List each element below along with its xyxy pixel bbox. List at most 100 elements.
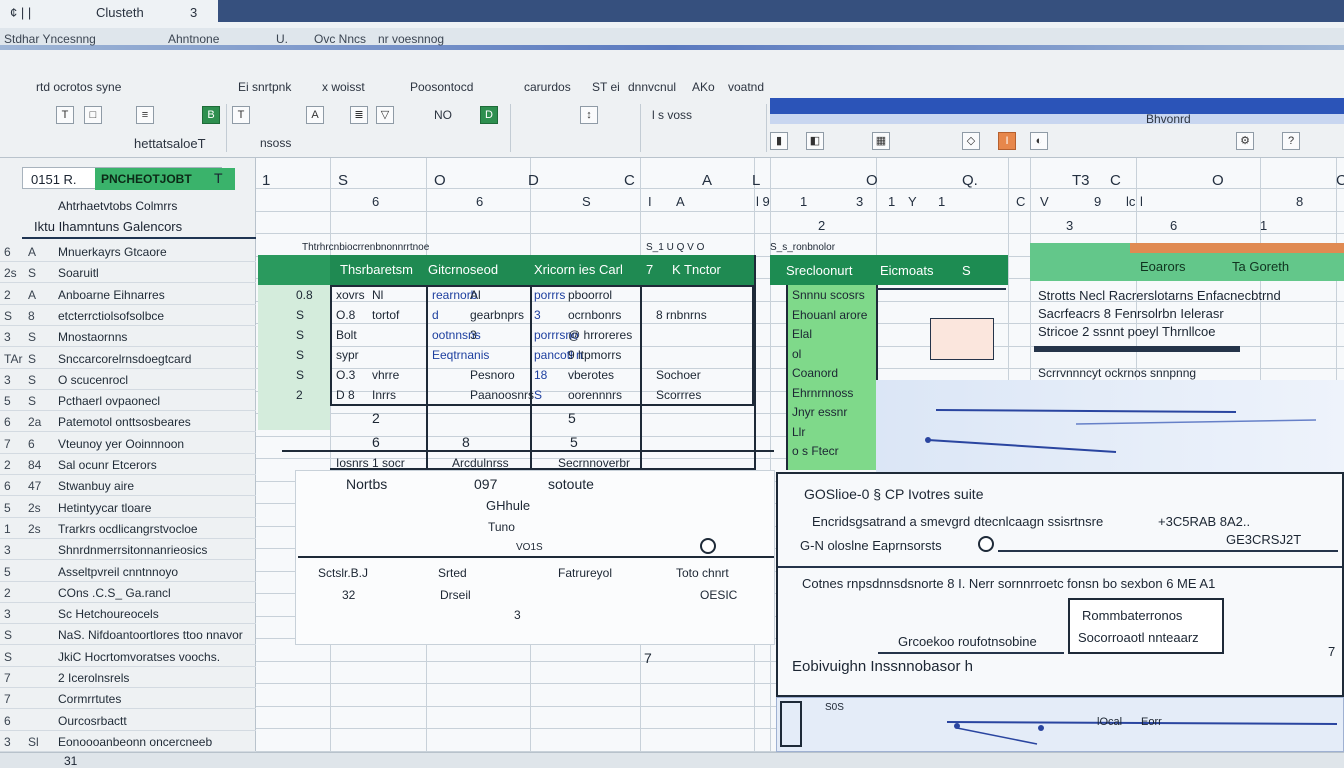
format-green-icon[interactable]: D [480,106,498,124]
ribbon-tab-3[interactable]: x woisst [322,80,365,94]
table-cell[interactable]: D 8 [336,388,355,402]
table-cell[interactable]: S [296,348,304,362]
left-list-item[interactable]: S 8 etcterrctiolsofsolbce [0,306,256,326]
left-list-item[interactable]: 3 Shnrdnmerrsitonnanrieosics [0,540,256,561]
font-icon[interactable]: A [306,106,324,124]
left-list-item[interactable]: 2 84 Sal ocunr Etcerors [0,455,256,475]
left-list-item[interactable]: 6 Ourcosrbactt [0,711,256,731]
table-cell[interactable]: ocrnbonrs [568,308,621,322]
table-cell[interactable]: pboorrol [568,288,612,302]
help-icon[interactable]: ? [1282,132,1300,150]
table-cell[interactable]: 0.8 [296,288,313,302]
table-cell[interactable]: oorennnrs [568,388,622,402]
table-cell[interactable]: porrrs [534,288,565,302]
options-dialog[interactable]: GOSlioe-0 § CP Ivotres suite Encridsgsat… [776,472,1344,697]
shape-icon[interactable]: ◇ [962,132,980,150]
left-list-item[interactable]: TAr S Snccarcorelrnsdoegtcard [0,349,256,369]
column-header[interactable]: Q. [962,172,978,189]
window-controls[interactable]: ¢ | | [10,5,31,20]
menu-item-5[interactable]: nr voesnnog [378,32,444,46]
table-cell[interactable]: Inrrs [372,388,396,402]
menu-item-3[interactable]: U. [276,32,288,46]
green-column-cell[interactable]: Elal [792,327,812,341]
menu-item-1[interactable]: Stdhar Yncesnng [4,32,96,46]
dialog-radio[interactable] [978,536,994,552]
left-list-item[interactable]: 5 S Pcthaerl ovpaonecl [0,391,256,412]
column-header[interactable]: D [528,172,539,189]
green-column-cell[interactable]: Jnyr essnr [792,405,847,419]
column-header[interactable]: O [434,172,446,189]
table-cell[interactable]: Nl [372,288,383,302]
table-cell[interactable]: vhrre [372,368,399,382]
left-list-item[interactable]: 1 2s Trarkrs ocdlicangrstvocloe [0,519,256,539]
settings-icon[interactable]: ⚙ [1236,132,1254,150]
table-cell[interactable]: Scorrres [656,388,701,402]
green-column-cell[interactable]: Llr [792,425,805,439]
table-cell[interactable]: S [296,328,304,342]
merge-icon[interactable]: ≣ [350,106,368,124]
fill-color-icon[interactable]: B [202,106,220,124]
table-cell[interactable]: sypr [336,348,359,362]
table-cell[interactable]: Pesnoro [470,368,515,382]
left-list-item[interactable]: 5 2s Hetintyycar tloare [0,498,256,518]
table-cell[interactable]: Sochoer [656,368,701,382]
column-header[interactable]: O [1212,172,1224,189]
menu-item-4[interactable]: Ovc Nncs [314,32,366,46]
sort-icon[interactable]: ↕ [580,106,598,124]
ribbon-tab-1[interactable]: rtd ocrotos syne [36,80,121,94]
table-cell[interactable]: @ hrroreres [568,328,632,342]
left-list-item[interactable]: S JkiC Hocrtomvoratses voochs. [0,647,256,667]
left-list-item[interactable]: 2 COns .C.S_ Ga.rancl [0,583,256,603]
ribbon-tab-5[interactable]: carurdos [524,80,571,94]
ribbon-tab-7[interactable]: dnnvcnul [628,80,676,94]
column-header[interactable]: S [338,172,348,189]
left-list-item[interactable]: 3 S O scucenrocl [0,370,256,390]
left-list-item[interactable]: 7 6 Vteunoy yer Ooinnnoon [0,434,256,454]
green-column-cell[interactable]: Coanord [792,366,838,380]
table-cell[interactable]: O.3 [336,368,355,382]
table-cell[interactable]: S [296,368,304,382]
left-list-item[interactable]: 2s S Soaruitl [0,263,256,284]
table-cell[interactable]: xovrs [336,288,365,302]
table-cell[interactable]: Paanoosnrs [470,388,534,402]
left-list-item[interactable]: 7 Cormrrtutes [0,689,256,710]
table-cell[interactable]: vberotes [568,368,614,382]
table-header-cell[interactable]: Thsrbaretsm [340,262,413,277]
bold-icon[interactable]: T [56,106,74,124]
column-header[interactable]: O [866,172,878,189]
highlight-icon[interactable]: I [998,132,1016,150]
table-icon[interactable]: ▦ [872,132,890,150]
name-box[interactable]: 0151 R. PNCHEOTJOBT [22,167,235,190]
table-cell[interactable]: 9 ltpmorrs [568,348,621,362]
left-list-item[interactable]: S NaS. Nifdoantoortlores ttoo nnavor [0,625,256,646]
column-header[interactable]: 1 [262,172,270,189]
column-header[interactable]: L [752,172,760,189]
green-column-cell[interactable]: ol [792,347,801,361]
table-cell[interactable]: Bolt [336,328,357,342]
column-header[interactable]: C [624,172,635,189]
column-header[interactable]: A [702,172,712,189]
picture-icon[interactable]: ◧ [806,132,824,150]
chart-icon[interactable]: ▮ [770,132,788,150]
filter-icon[interactable]: ▽ [376,106,394,124]
align-icon[interactable]: ≡ [136,106,154,124]
table-cell[interactable]: O.8 [336,308,355,322]
table-cell[interactable]: S [296,308,304,322]
ribbon-tab-2[interactable]: Ei snrtpnk [238,80,291,94]
green-column-cell[interactable]: Snnnu scosrs [792,288,865,302]
table-header-cell[interactable]: K Tnctor [672,262,721,277]
table-cell[interactable]: 8 rnbnrns [656,308,707,322]
table-header-cell[interactable]: Gitcrnoseod [428,262,498,277]
left-list-item[interactable]: 5 Asseltpvreil cnntnnoyo [0,562,256,582]
table-cell[interactable]: tortof [372,308,399,322]
table-cell[interactable]: 18 [534,368,547,382]
left-list-item[interactable]: 6 A Mnuerkayrs Gtcaore [0,242,256,262]
column-header[interactable]: T3 [1072,172,1090,189]
left-list-item[interactable]: 3 S Mnostaornns [0,327,256,348]
table-cell[interactable]: 3 [534,308,541,322]
green-column-cell[interactable]: Ehrnrnnoss [792,386,853,400]
green-column-cell[interactable]: Ehouanl arore [792,308,867,322]
dialog-option-box[interactable]: Rommbaterronos Socorroaotl nnteaarz [1068,598,1224,654]
ribbon-tab-6[interactable]: ST ei [592,80,620,94]
ribbon-tab-4[interactable]: Poosontocd [410,80,473,94]
